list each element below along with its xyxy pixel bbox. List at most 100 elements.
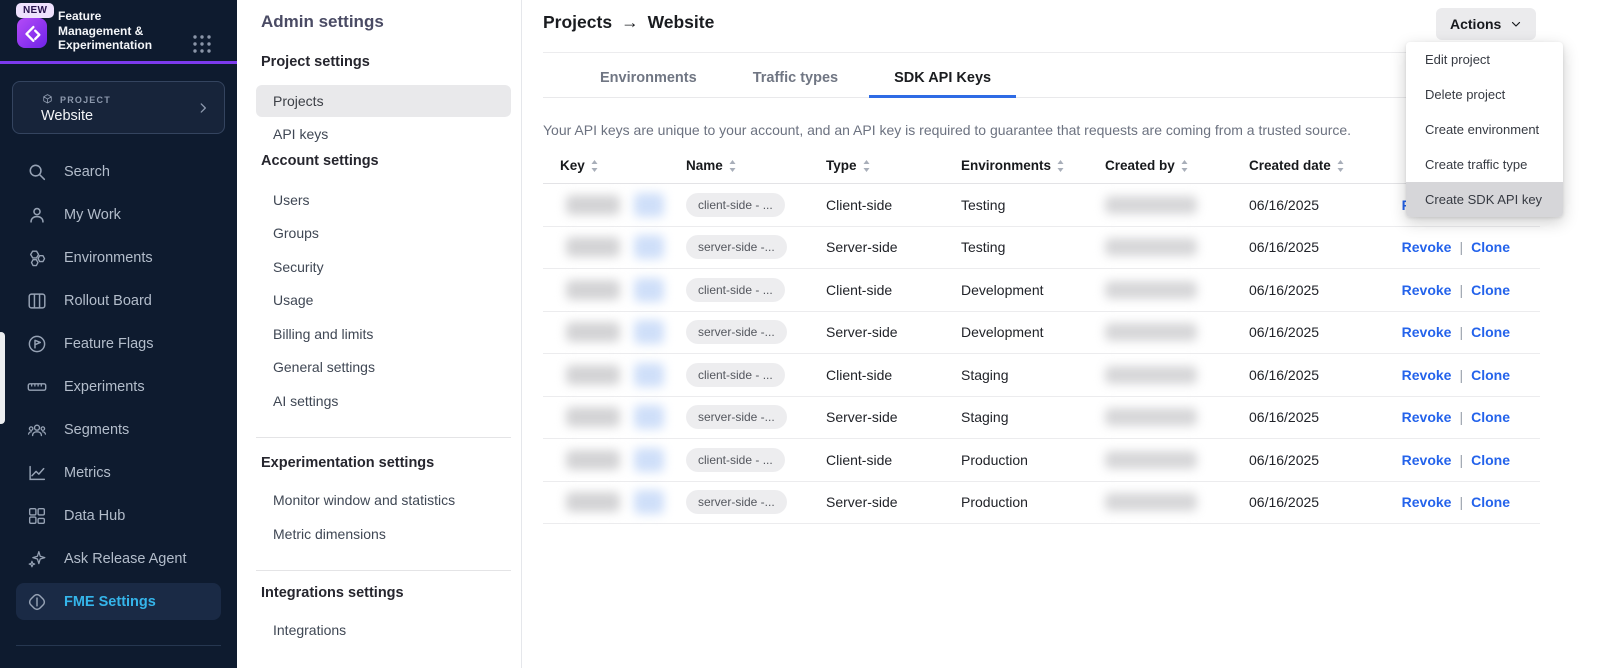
key-name-chip: client-side - ... [686, 193, 785, 217]
admin-item-users[interactable]: Users [273, 183, 521, 217]
chevron-right-icon [196, 101, 210, 115]
redacted-created-by [1105, 451, 1197, 469]
redacted-key [566, 237, 620, 257]
admin-item-usage[interactable]: Usage [273, 284, 521, 318]
sidebar-item-rollout-board[interactable]: Rollout Board [0, 279, 237, 322]
cell-type: Server-side [826, 324, 961, 340]
sidebar-item-segments[interactable]: Segments [0, 408, 237, 451]
admin-item-metric-dimensions[interactable]: Metric dimensions [273, 517, 521, 551]
admin-item-monitor-window[interactable]: Monitor window and statistics [273, 484, 521, 518]
sparkles-icon [26, 548, 48, 570]
tab-sdk-api-keys[interactable]: SDK API Keys [869, 60, 1016, 98]
revoke-link[interactable]: Revoke [1402, 282, 1452, 298]
admin-item-api-keys[interactable]: API keys [273, 117, 521, 151]
table-row: server-side -... Server-side Production … [543, 482, 1540, 525]
sidebar-item-my-work[interactable]: My Work [0, 193, 237, 236]
copy-key-button[interactable] [634, 363, 664, 387]
revoke-link[interactable]: Revoke [1402, 324, 1452, 340]
cell-created-date: 06/16/2025 [1249, 452, 1391, 468]
clone-link[interactable]: Clone [1471, 367, 1510, 383]
clone-link[interactable]: Clone [1471, 239, 1510, 255]
copy-key-button[interactable] [634, 405, 664, 429]
actions-button[interactable]: Actions [1436, 8, 1536, 40]
admin-settings-title: Admin settings [261, 12, 521, 34]
column-header-type[interactable]: Type [826, 158, 961, 173]
breadcrumb-projects[interactable]: Projects [543, 12, 612, 33]
hexagons-icon [26, 247, 48, 269]
copy-key-button[interactable] [634, 448, 664, 472]
column-header-name[interactable]: Name [686, 158, 826, 173]
sdk-api-keys-table: Key Name Type Environments Created by Cr… [543, 148, 1540, 524]
admin-item-groups[interactable]: Groups [273, 217, 521, 251]
cell-type: Client-side [826, 452, 961, 468]
admin-divider [256, 437, 511, 438]
revoke-link[interactable]: Revoke [1402, 239, 1452, 255]
column-header-created-by[interactable]: Created by [1105, 158, 1249, 173]
copy-key-button[interactable] [634, 193, 664, 217]
sort-icon [729, 160, 736, 172]
actions-dropdown-menu: Edit project Delete project Create envir… [1406, 42, 1563, 217]
project-selector[interactable]: PROJECT Website [12, 81, 225, 134]
clone-link[interactable]: Clone [1471, 282, 1510, 298]
sidebar-nav: Search My Work Environments Rollout Boar… [0, 150, 237, 623]
admin-item-projects[interactable]: Projects [256, 85, 511, 117]
person-icon [26, 204, 48, 226]
admin-item-security[interactable]: Security [273, 250, 521, 284]
copy-key-button[interactable] [634, 490, 664, 514]
tab-environments[interactable]: Environments [575, 60, 722, 98]
key-name-chip: client-side - ... [686, 448, 785, 472]
sort-icon [1181, 160, 1188, 172]
sidebar-item-feature-flags[interactable]: Feature Flags [0, 322, 237, 365]
copy-key-button[interactable] [634, 278, 664, 302]
revoke-link[interactable]: Revoke [1402, 409, 1452, 425]
app-switcher-grid-icon[interactable] [191, 33, 213, 55]
admin-item-general-settings[interactable]: General settings [273, 351, 521, 385]
cell-environment: Production [961, 494, 1105, 510]
revoke-link[interactable]: Revoke [1402, 452, 1452, 468]
app-title: Feature Management & Experimentation [58, 9, 186, 53]
sidebar-item-experiments[interactable]: Experiments [0, 365, 237, 408]
sidebar-item-ask-release-agent[interactable]: Ask Release Agent [0, 537, 237, 580]
table-row: server-side -... Server-side Testing 06/… [543, 227, 1540, 270]
clone-link[interactable]: Clone [1471, 494, 1510, 510]
project-eyebrow-label: PROJECT [60, 95, 111, 105]
tab-traffic-types[interactable]: Traffic types [728, 60, 863, 98]
primary-sidebar: NEW Feature Management & Experimentation… [0, 0, 237, 668]
menu-item-delete-project[interactable]: Delete project [1406, 77, 1563, 112]
menu-item-create-traffic-type[interactable]: Create traffic type [1406, 147, 1563, 182]
key-name-chip: server-side -... [686, 490, 787, 514]
sort-icon [1057, 160, 1064, 172]
copy-key-button[interactable] [634, 235, 664, 259]
revoke-link[interactable]: Revoke [1402, 367, 1452, 383]
sidebar-item-metrics[interactable]: Metrics [0, 451, 237, 494]
revoke-link[interactable]: Revoke [1402, 494, 1452, 510]
redacted-key [566, 365, 620, 385]
clone-link[interactable]: Clone [1471, 324, 1510, 340]
column-header-created-date[interactable]: Created date [1249, 158, 1391, 173]
redacted-created-by [1105, 493, 1197, 511]
breadcrumb-arrow-icon: → [621, 12, 639, 33]
column-header-key[interactable]: Key [543, 158, 686, 173]
drawer-handle[interactable] [0, 332, 5, 424]
menu-item-create-environment[interactable]: Create environment [1406, 112, 1563, 147]
menu-item-create-sdk-api-key[interactable]: Create SDK API key [1406, 182, 1563, 217]
brand-accent-rule [0, 61, 237, 64]
copy-key-button[interactable] [634, 320, 664, 344]
table-row: client-side - ... Client-side Testing 06… [543, 184, 1540, 227]
people-group-icon [26, 419, 48, 441]
sidebar-item-environments[interactable]: Environments [0, 236, 237, 279]
sidebar-item-search[interactable]: Search [0, 150, 237, 193]
cell-created-date: 06/16/2025 [1249, 239, 1391, 255]
admin-item-integrations[interactable]: Integrations [273, 614, 521, 648]
column-header-environments[interactable]: Environments [961, 158, 1105, 173]
sort-icon [1337, 160, 1344, 172]
sidebar-item-data-hub[interactable]: Data Hub [0, 494, 237, 537]
redacted-created-by [1105, 238, 1197, 256]
sidebar-item-fme-settings[interactable]: FME Settings [16, 583, 221, 620]
clone-link[interactable]: Clone [1471, 452, 1510, 468]
admin-item-billing-and-limits[interactable]: Billing and limits [273, 317, 521, 351]
menu-item-edit-project[interactable]: Edit project [1406, 42, 1563, 77]
search-icon [26, 161, 48, 183]
clone-link[interactable]: Clone [1471, 409, 1510, 425]
admin-item-ai-settings[interactable]: AI settings [273, 384, 521, 418]
